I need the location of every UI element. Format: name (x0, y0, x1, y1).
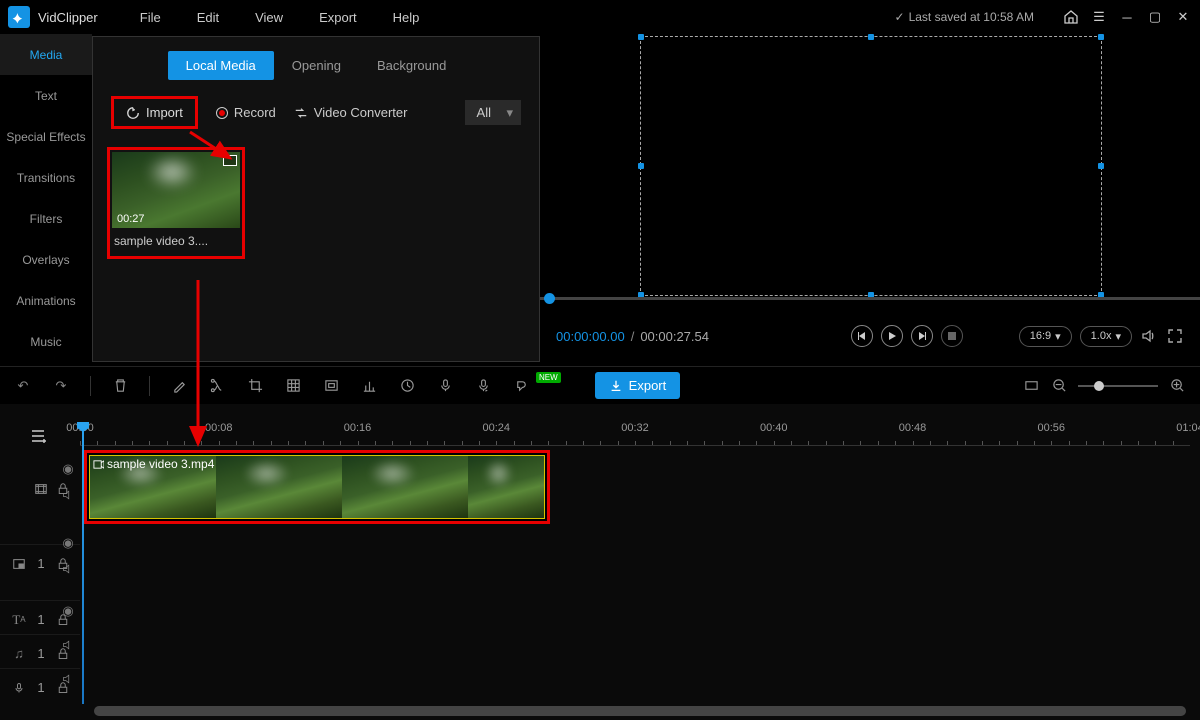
scrub-handle[interactable] (544, 293, 555, 304)
menu-help[interactable]: Help (379, 10, 434, 25)
preview-canvas[interactable] (640, 36, 1102, 296)
tab-local-media[interactable]: Local Media (168, 51, 274, 80)
prev-frame-button[interactable] (851, 325, 873, 347)
scrub-bar[interactable] (540, 297, 1200, 300)
tab-opening[interactable]: Opening (274, 51, 359, 80)
timeline-clip[interactable]: sample video 3.mp4 (84, 450, 550, 524)
sidebar-music[interactable]: Music (0, 321, 92, 362)
media-panel: Local Media Opening Background Import Re… (92, 36, 540, 362)
preview-panel: 00:00:00.00 / 00:00:27.54 16:9▾ 1.0x▾ (540, 34, 1200, 366)
add-track-icon[interactable] (30, 428, 48, 447)
zoom-in-icon[interactable] (1168, 377, 1186, 395)
tts-icon[interactable] (512, 377, 530, 395)
import-button[interactable]: Import (111, 96, 198, 129)
menu-view[interactable]: View (241, 10, 297, 25)
new-badge: NEW (536, 372, 561, 383)
maximize-icon[interactable]: ▢ (1146, 8, 1164, 26)
voice-icon[interactable] (474, 377, 492, 395)
filter-select[interactable]: All (465, 100, 521, 125)
zoom-slider[interactable] (1078, 385, 1158, 387)
play-button[interactable] (881, 325, 903, 347)
add-icon (223, 155, 237, 166)
mic-icon[interactable] (436, 377, 454, 395)
text-icon: TA (12, 613, 26, 627)
mosaic-icon[interactable] (284, 377, 302, 395)
app-name: VidClipper (38, 10, 98, 25)
visibility-icon[interactable]: ◉ (61, 462, 75, 476)
speed-select[interactable]: 1.0x▾ (1080, 326, 1132, 347)
converter-button[interactable]: Video Converter (294, 105, 408, 120)
undo-icon[interactable]: ↶ (14, 377, 32, 395)
stop-button[interactable] (941, 325, 963, 347)
menu-edit[interactable]: Edit (183, 10, 233, 25)
clip-label: sample video 3.mp4 (93, 457, 214, 471)
tab-background[interactable]: Background (359, 51, 464, 80)
time-total: 00:00:27.54 (640, 329, 709, 344)
menu-file[interactable]: File (126, 10, 175, 25)
time-ruler[interactable]: 00:0000:0800:1600:2400:3200:4000:4800:56… (80, 422, 1190, 446)
duration-icon[interactable] (398, 377, 416, 395)
home-icon[interactable] (1062, 8, 1080, 26)
sidebar-media[interactable]: Media (0, 34, 92, 75)
delete-icon[interactable] (111, 377, 129, 395)
sidebar-effects[interactable]: Special Effects (0, 116, 92, 157)
save-status: ✓ Last saved at 10:58 AM (895, 10, 1034, 24)
sidebar-transitions[interactable]: Transitions (0, 157, 92, 198)
sidebar-filters[interactable]: Filters (0, 198, 92, 239)
sidebar: Media Text Special Effects Transitions F… (0, 34, 92, 366)
mic-icon (12, 681, 26, 695)
volume-icon[interactable] (1140, 327, 1158, 345)
record-icon (216, 107, 228, 119)
sidebar-overlays[interactable]: Overlays (0, 239, 92, 280)
split-icon[interactable] (208, 377, 226, 395)
playhead[interactable] (82, 422, 84, 704)
close-icon[interactable]: ✕ (1174, 8, 1192, 26)
fit-icon[interactable] (1022, 377, 1040, 395)
freeze-icon[interactable] (322, 377, 340, 395)
aspect-ratio-select[interactable]: 16:9▾ (1019, 326, 1072, 347)
time-current: 00:00:00.00 (556, 329, 625, 344)
record-button[interactable]: Record (216, 105, 276, 120)
sidebar-animations[interactable]: Animations (0, 280, 92, 321)
media-thumbnail[interactable]: 00:27 sample video 3.... (107, 147, 245, 259)
crop-icon[interactable] (246, 377, 264, 395)
h-scrollbar[interactable] (94, 706, 1186, 716)
edit-icon[interactable] (170, 377, 188, 395)
stats-icon[interactable] (360, 377, 378, 395)
menu-export[interactable]: Export (305, 10, 371, 25)
timeline: 00:0000:0800:1600:2400:3200:4000:4800:56… (0, 404, 1200, 720)
app-logo (8, 6, 30, 28)
fullscreen-icon[interactable] (1166, 327, 1184, 345)
pip-icon (12, 557, 26, 571)
thumb-duration: 00:27 (117, 213, 145, 225)
title-bar: VidClipper File Edit View Export Help ✓ … (0, 0, 1200, 34)
sidebar-text[interactable]: Text (0, 75, 92, 116)
audio-icon[interactable] (61, 488, 75, 502)
minimize-icon[interactable]: ─ (1118, 8, 1136, 26)
thumb-name: sample video 3.... (112, 228, 240, 254)
zoom-out-icon[interactable] (1050, 377, 1068, 395)
music-icon: ♫ (12, 647, 26, 661)
hamburger-icon[interactable]: ☰ (1090, 8, 1108, 26)
next-frame-button[interactable] (911, 325, 933, 347)
export-button[interactable]: Export (595, 372, 681, 399)
redo-icon[interactable]: ↷ (52, 377, 70, 395)
video-track-icon (34, 482, 48, 496)
tool-strip: ↶ ↷ NEW Export (0, 366, 1200, 404)
